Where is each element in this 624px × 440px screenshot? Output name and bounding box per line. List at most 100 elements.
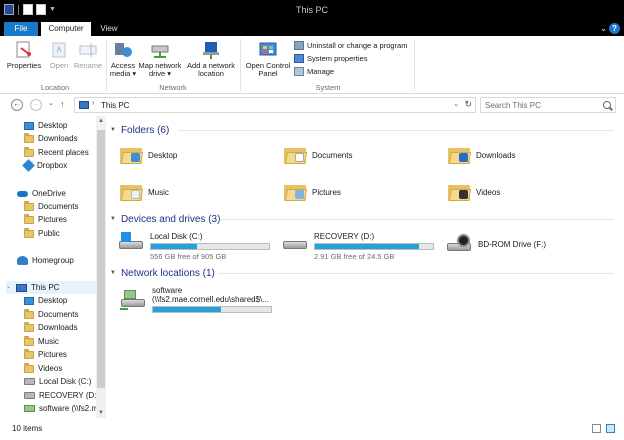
collapse-arrow-icon[interactable]: ▼ [110, 127, 116, 133]
folder-tile-downloads[interactable]: Downloads [448, 146, 516, 164]
nav-item-dropbox[interactable]: Dropbox [22, 159, 67, 172]
open-control-panel-button[interactable]: Open Control Panel [244, 40, 292, 78]
devices-group-header[interactable]: ▼ Devices and drives (3) [110, 212, 220, 226]
breadcrumb-this-pc[interactable]: This PC [101, 101, 129, 110]
map-network-drive-button[interactable]: Map network drive ▾ [138, 40, 182, 78]
nav-item-pc-desktop[interactable]: Desktop [24, 294, 67, 307]
nav-item-this-pc[interactable]: ⌄ This PC [6, 281, 96, 294]
navigation-pane: Desktop Downloads Recent places Dropbox … [0, 116, 106, 418]
back-button[interactable]: ← [11, 99, 23, 111]
nav-item-recovery[interactable]: RECOVERY (D:) [24, 389, 99, 402]
nav-label: Local Disk (C:) [39, 377, 92, 386]
nav-item-recent-places[interactable]: Recent places [24, 146, 89, 159]
collapse-arrow-icon[interactable]: ⌄ [6, 281, 12, 294]
search-icon[interactable] [603, 101, 611, 109]
nav-label: Downloads [38, 323, 78, 332]
collapse-arrow-icon[interactable]: ▼ [110, 270, 116, 276]
nav-item-local-disk[interactable]: Local Disk (C:) [24, 375, 91, 388]
collapse-arrow-icon[interactable]: ▼ [110, 216, 116, 222]
nav-label: Homegroup [32, 256, 74, 265]
nav-item-onedrive-public[interactable]: Public [24, 227, 60, 240]
devices-header-label: Devices and drives (3) [120, 213, 221, 225]
nav-item-downloads[interactable]: Downloads [24, 132, 78, 145]
help-icon[interactable]: ? [609, 23, 620, 34]
item-count: 10 items [12, 424, 43, 433]
nav-label: OneDrive [32, 189, 66, 198]
folders-group-header[interactable]: ▼ Folders (6) [110, 123, 169, 137]
rename-button[interactable]: Rename [73, 40, 103, 70]
nav-item-onedrive-documents[interactable]: Documents [24, 200, 78, 213]
nav-label: Documents [38, 310, 79, 319]
uninstall-program-button[interactable]: Uninstall or change a program [294, 40, 407, 51]
address-history-icon[interactable]: ⌄ [453, 100, 459, 108]
large-icons-view-icon[interactable] [606, 424, 615, 433]
details-view-icon[interactable] [592, 424, 601, 433]
network-tile-software[interactable]: software (\\fs2.mae.cornell.edu\shared$\… [120, 286, 272, 313]
forward-button[interactable]: → [30, 99, 42, 111]
system-properties-label: System properties [307, 54, 368, 63]
drive-tile-bd-rom[interactable]: BD-ROM Drive (F:) [446, 234, 546, 254]
folder-tile-music[interactable]: Music [120, 183, 169, 201]
desktop-folder-icon [120, 146, 144, 164]
drive-name: BD-ROM Drive (F:) [478, 239, 546, 249]
nav-item-onedrive-pictures[interactable]: Pictures [24, 213, 67, 226]
breadcrumb-chevron-icon[interactable]: › [92, 100, 94, 107]
network-group-header[interactable]: ▼ Network locations (1) [110, 266, 215, 280]
recent-places-icon [24, 146, 34, 157]
manage-button[interactable]: Manage [294, 66, 334, 77]
folder-name: Downloads [476, 150, 516, 160]
divider [220, 219, 614, 220]
pictures-folder-icon [284, 183, 308, 201]
properties-button[interactable]: Properties [6, 40, 42, 70]
tab-computer[interactable]: Computer [41, 22, 91, 36]
nav-item-pc-music[interactable]: Music [24, 335, 59, 348]
nav-item-homegroup[interactable]: Homegroup [17, 254, 74, 267]
map-network-drive-label: Map network drive ▾ [138, 61, 182, 78]
up-button[interactable]: ↑ [60, 99, 65, 109]
rename-label: Rename [73, 61, 103, 70]
nav-label: Desktop [38, 296, 68, 305]
folder-name: Pictures [312, 187, 341, 197]
manage-label: Manage [307, 67, 335, 76]
scroll-thumb[interactable] [97, 130, 105, 388]
folder-tile-documents[interactable]: Documents [284, 146, 352, 164]
nav-item-pc-downloads[interactable]: Downloads [24, 321, 78, 334]
folder-tile-videos[interactable]: Videos [448, 183, 500, 201]
divider [106, 39, 107, 91]
scroll-up-icon[interactable]: ▲ [96, 116, 106, 126]
system-properties-button[interactable]: System properties [294, 53, 367, 64]
nav-item-pc-pictures[interactable]: Pictures [24, 348, 67, 361]
drive-tile-local-disk[interactable]: Local Disk (C:) 556 GB free of 905 GB [118, 232, 270, 261]
tab-view[interactable]: View [94, 22, 124, 36]
nav-item-pc-documents[interactable]: Documents [24, 308, 78, 321]
open-control-panel-label: Open Control Panel [245, 61, 291, 78]
nav-item-onedrive[interactable]: OneDrive [17, 187, 66, 200]
windows-drive-icon [118, 232, 144, 252]
access-media-button[interactable]: Access media ▾ [108, 40, 138, 78]
desktop-icon [24, 121, 34, 130]
refresh-icon[interactable]: ↻ [464, 99, 472, 110]
open-button[interactable]: Open [45, 40, 73, 70]
window-title: This PC [295, 5, 328, 15]
drive-name: Local Disk (C:) [150, 232, 203, 241]
nav-item-desktop[interactable]: Desktop [24, 119, 67, 132]
scroll-down-icon[interactable]: ▼ [96, 408, 106, 418]
folder-tile-desktop[interactable]: Desktop [120, 146, 177, 164]
folder-tile-pictures[interactable]: Pictures [284, 183, 341, 201]
documents-folder-icon [284, 146, 308, 164]
tab-file[interactable]: File [4, 22, 38, 36]
videos-folder-icon [448, 183, 472, 201]
drive-tile-recovery[interactable]: RECOVERY (D:) 2.91 GB free of 24.5 GB [282, 232, 434, 261]
nav-item-pc-videos[interactable]: Videos [24, 362, 62, 375]
dropbox-icon [22, 159, 35, 172]
add-network-location-button[interactable]: Add a network location [184, 40, 238, 78]
divider [240, 39, 241, 91]
recent-locations-icon[interactable]: ⌄ [48, 99, 54, 107]
nav-item-software[interactable]: software (\\fs2.m [24, 402, 98, 415]
uninstall-label: Uninstall or change a program [307, 41, 408, 50]
expand-ribbon-icon[interactable]: ⌄ [598, 23, 609, 34]
address-bar[interactable]: › This PC ⌄ ↻ [74, 97, 476, 113]
nav-scrollbar[interactable]: ▲ ▼ [96, 116, 106, 418]
search-input[interactable] [485, 101, 595, 110]
search-box[interactable] [480, 97, 616, 113]
